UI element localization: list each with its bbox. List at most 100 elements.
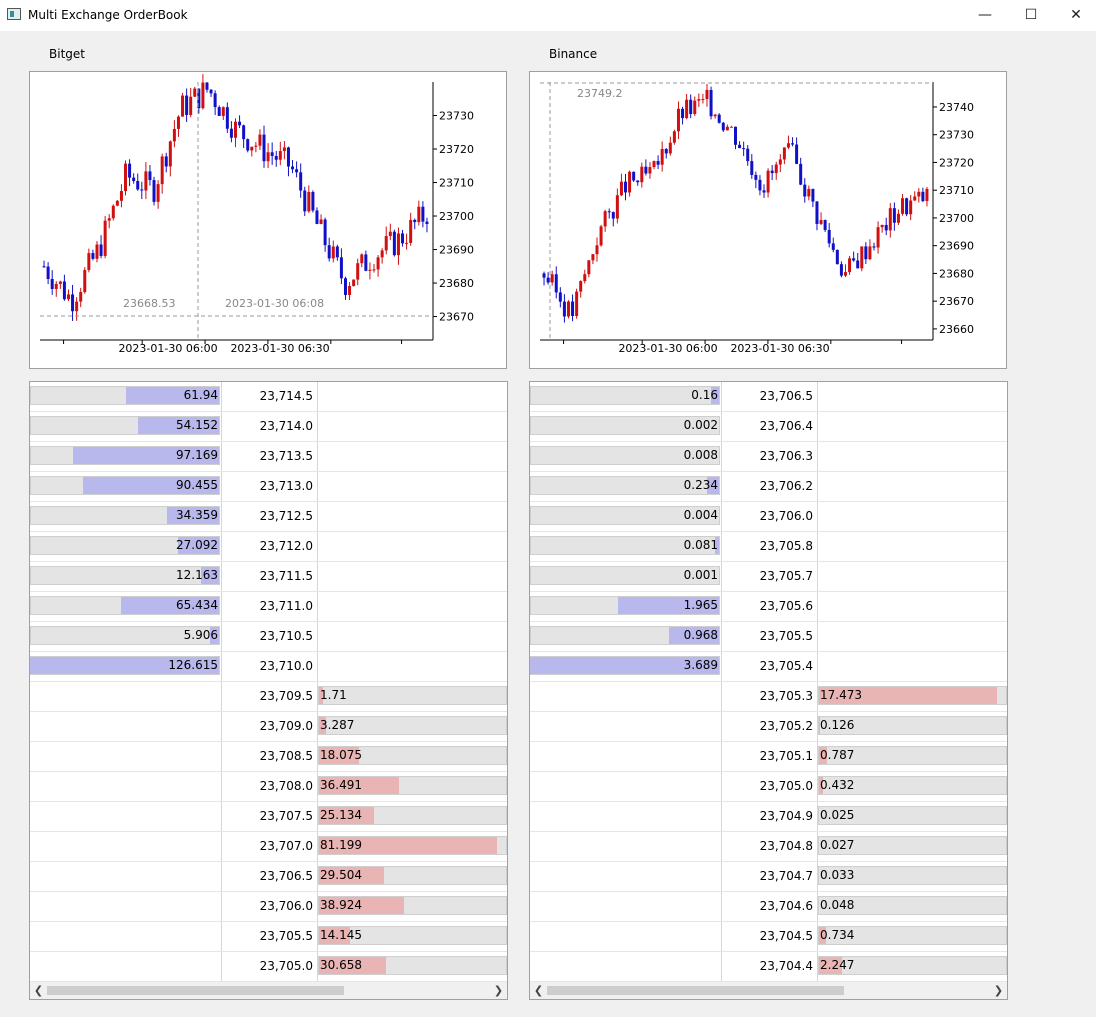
bid-row[interactable]: 65.434 23,711.0: [30, 592, 507, 622]
candlestick-chart-binance[interactable]: 23740 23730 23720 23710 23700 23690 23680 23670…: [529, 71, 1007, 369]
candlestick-chart-bitget[interactable]: 23730 23720 23710 23700 23690 23680 23670 2023-…: [29, 71, 507, 369]
ask-row[interactable]: 23,709.0 3.287: [30, 712, 507, 742]
bid-row[interactable]: 27.092 23,712.0: [30, 532, 507, 562]
candle-body: [611, 212, 615, 219]
y-tick-label: 23720: [939, 156, 974, 169]
bid-row[interactable]: 5.906 23,710.5: [30, 622, 507, 652]
maximize-button[interactable]: ☐: [1008, 0, 1054, 31]
bid-row[interactable]: 0.004 23,706.0: [530, 502, 1007, 532]
orderbook-table-binance[interactable]: 0.16 23,706.5 0.002 23,706.4 0.008 23,706.3 0.…: [529, 381, 1008, 1000]
bid-row[interactable]: 0.234 23,706.2: [530, 472, 1007, 502]
ask-row[interactable]: 23,705.0 0.432: [530, 772, 1007, 802]
price-value: 23,706.3: [759, 449, 813, 463]
price-value: 23,710.0: [259, 659, 313, 673]
bid-size-bar: 0.234: [530, 476, 720, 495]
price-cell: 23,707.0: [222, 832, 318, 861]
ask-row[interactable]: 23,705.2 0.126: [530, 712, 1007, 742]
ask-row[interactable]: 23,704.9 0.025: [530, 802, 1007, 832]
bid-row[interactable]: 0.001 23,705.7: [530, 562, 1007, 592]
bid-row[interactable]: 1.965 23,705.6: [530, 592, 1007, 622]
bid-size-cell: [30, 892, 222, 921]
candle-body: [115, 200, 119, 206]
scrollbar-thumb[interactable]: [47, 986, 344, 995]
ask-row[interactable]: 23,708.0 36.491: [30, 772, 507, 802]
bid-row[interactable]: 34.359 23,712.5: [30, 502, 507, 532]
candle-body: [75, 301, 79, 312]
bid-size-value: 3.689: [683, 658, 718, 672]
ask-size-cell: [818, 592, 1007, 621]
bid-row[interactable]: 0.081 23,705.8: [530, 532, 1007, 562]
scrollbar-thumb[interactable]: [547, 986, 844, 995]
scroll-left-icon[interactable]: ❮: [530, 982, 547, 999]
candle-body: [717, 114, 721, 123]
ask-row[interactable]: 23,705.0 30.658: [30, 952, 507, 982]
ask-row[interactable]: 23,704.5 0.734: [530, 922, 1007, 952]
ask-row[interactable]: 23,708.5 18.075: [30, 742, 507, 772]
crosshair-price-label: 23749.2: [577, 87, 623, 100]
ask-size-cell: [318, 412, 507, 441]
ask-row[interactable]: 23,704.4 2.247: [530, 952, 1007, 982]
bid-row[interactable]: 0.16 23,706.5: [530, 382, 1007, 412]
ask-row[interactable]: 23,704.6 0.048: [530, 892, 1007, 922]
candle-body: [331, 246, 335, 259]
bid-size-bar: 0.16: [530, 386, 720, 405]
candle-body: [656, 161, 660, 165]
candle-body: [807, 188, 811, 197]
ask-size-value: 2.247: [820, 958, 855, 972]
bid-row[interactable]: 90.455 23,713.0: [30, 472, 507, 502]
candle-body: [786, 143, 790, 148]
ask-row[interactable]: 23,707.5 25.134: [30, 802, 507, 832]
ask-size-cell: 81.199: [318, 832, 507, 861]
price-value: 23,706.0: [259, 899, 313, 913]
horizontal-scrollbar[interactable]: ❮ ❯: [530, 982, 1007, 999]
ask-size-bar: 0.027: [818, 836, 1007, 855]
bid-size-cell: [30, 862, 222, 891]
bid-size-cell: [530, 832, 722, 861]
ask-row[interactable]: 23,709.5 1.71: [30, 682, 507, 712]
bid-size-cell: 54.152: [30, 412, 222, 441]
ask-size-cell: 0.048: [818, 892, 1007, 921]
price-cell: 23,706.0: [722, 502, 818, 531]
title-bar[interactable]: Multi Exchange OrderBook — ☐ ✕: [0, 0, 1096, 31]
candle-body: [575, 291, 579, 316]
ask-row[interactable]: 23,706.0 38.924: [30, 892, 507, 922]
scroll-right-icon[interactable]: ❯: [490, 982, 507, 999]
maximize-icon: ☐: [1024, 7, 1038, 23]
bid-row[interactable]: 3.689 23,705.4: [530, 652, 1007, 682]
candle-body: [701, 99, 705, 101]
ask-row[interactable]: 23,707.0 81.199: [30, 832, 507, 862]
bid-row[interactable]: 0.002 23,706.4: [530, 412, 1007, 442]
ask-row[interactable]: 23,705.3 17.473: [530, 682, 1007, 712]
bid-row[interactable]: 12.163 23,711.5: [30, 562, 507, 592]
candle-body: [827, 229, 831, 244]
close-button[interactable]: ✕: [1053, 0, 1096, 31]
bid-row[interactable]: 0.968 23,705.5: [530, 622, 1007, 652]
candle-body: [644, 166, 648, 174]
ask-size-cell: [818, 652, 1007, 681]
bid-row[interactable]: 97.169 23,713.5: [30, 442, 507, 472]
ask-row[interactable]: 23,705.1 0.787: [530, 742, 1007, 772]
ask-row[interactable]: 23,706.5 29.504: [30, 862, 507, 892]
orderbook-table-bitget[interactable]: 61.94 23,714.5 54.152 23,714.0 97.169 23,713.…: [29, 381, 508, 1000]
candle-body: [291, 166, 295, 170]
ask-row[interactable]: 23,704.8 0.027: [530, 832, 1007, 862]
horizontal-scrollbar[interactable]: ❮ ❯: [30, 982, 507, 999]
ask-size-bar: 0.033: [818, 866, 1007, 885]
candle-body: [119, 191, 123, 201]
y-tick-label: 23680: [939, 267, 974, 280]
candle-body: [709, 89, 713, 117]
candle-body: [758, 179, 762, 191]
bid-row[interactable]: 54.152 23,714.0: [30, 412, 507, 442]
bid-size-bar: 0.001: [530, 566, 720, 585]
candle-body: [852, 258, 856, 261]
bid-row[interactable]: 61.94 23,714.5: [30, 382, 507, 412]
ask-row[interactable]: 23,704.7 0.033: [530, 862, 1007, 892]
bid-row[interactable]: 126.615 23,710.0: [30, 652, 507, 682]
minimize-button[interactable]: —: [962, 0, 1008, 31]
candle-body: [571, 301, 575, 316]
scroll-left-icon[interactable]: ❮: [30, 982, 47, 999]
bid-row[interactable]: 0.008 23,706.3: [530, 442, 1007, 472]
scroll-right-icon[interactable]: ❯: [990, 982, 1007, 999]
ask-size-bar: 2.247: [818, 956, 1007, 975]
ask-row[interactable]: 23,705.5 14.145: [30, 922, 507, 952]
